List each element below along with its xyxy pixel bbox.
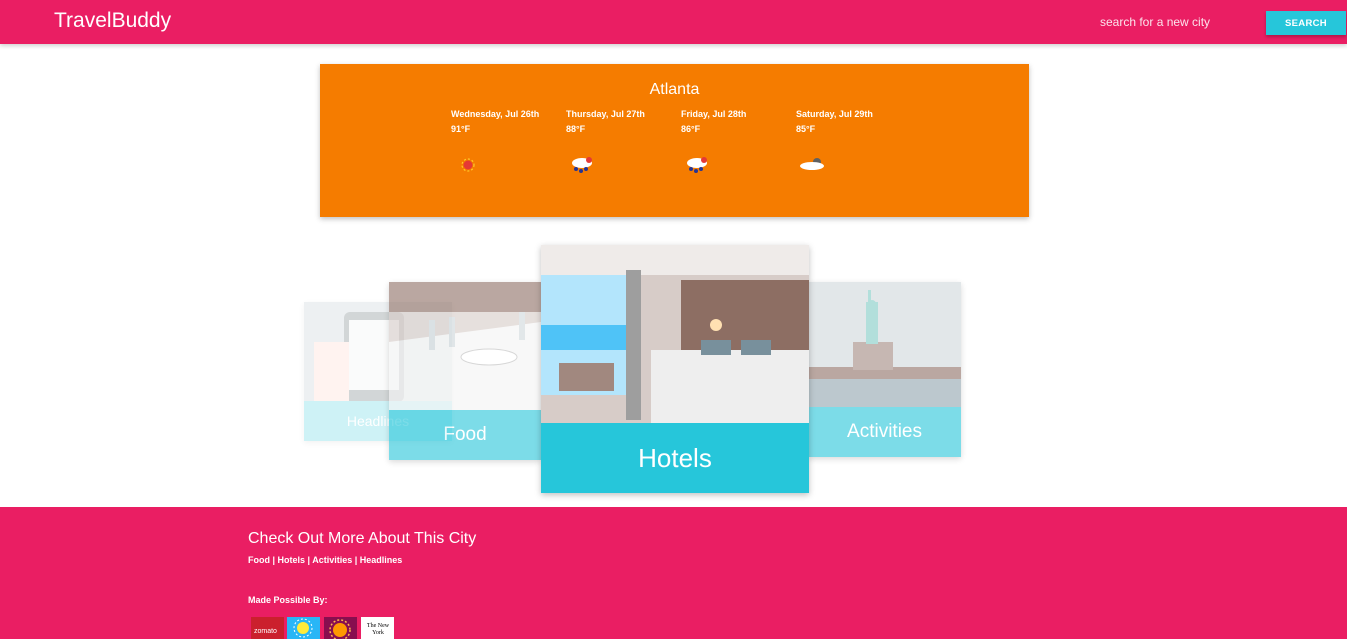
card-label: Hotels bbox=[541, 423, 809, 493]
carousel-card-food[interactable]: Food bbox=[389, 282, 541, 460]
hotel-room-photo bbox=[541, 245, 809, 423]
forecast-day: Friday, Jul 28th 86°F bbox=[681, 108, 796, 173]
nytimes-logo-text: The New York bbox=[366, 623, 390, 636]
carousel-card-activities[interactable]: Activities bbox=[808, 282, 961, 457]
forecast-day: Thursday, Jul 27th 88°F bbox=[566, 108, 681, 173]
brand-logo[interactable]: TravelBuddy bbox=[54, 9, 171, 33]
forecast-temp: 91°F bbox=[451, 124, 471, 134]
forecast-day: Saturday, Jul 29th 85°F bbox=[796, 108, 911, 170]
search-button[interactable]: SEARCH bbox=[1266, 11, 1346, 35]
city-name: Atlanta bbox=[649, 81, 700, 98]
footer-link-activities[interactable]: Activities bbox=[312, 555, 352, 565]
sun-icon bbox=[461, 158, 475, 172]
sun-api-logo[interactable] bbox=[324, 617, 357, 639]
weather-sun-icon bbox=[293, 618, 313, 638]
sun-icon bbox=[329, 619, 351, 639]
forecast-date: Saturday, Jul 29th bbox=[796, 109, 873, 119]
footer-link-headlines[interactable]: Headlines bbox=[360, 555, 403, 565]
nytimes-logo[interactable]: The New York bbox=[361, 617, 394, 639]
link-separator: | bbox=[270, 555, 278, 565]
forecast-date: Wednesday, Jul 26th bbox=[451, 109, 540, 119]
footer-link-hotels[interactable]: Hotels bbox=[278, 555, 306, 565]
link-separator: | bbox=[352, 555, 360, 565]
forecast-day: Wednesday, Jul 26th 91°F bbox=[451, 108, 566, 172]
rain-storm-icon bbox=[572, 157, 592, 173]
rain-storm-icon bbox=[687, 157, 707, 173]
forecast-temp: 88°F bbox=[566, 124, 586, 134]
forecast-date: Thursday, Jul 27th bbox=[566, 109, 645, 119]
footer-links: Food | Hotels | Activities | Headlines bbox=[248, 555, 402, 565]
zomato-logo[interactable]: zomato bbox=[251, 617, 284, 639]
made-possible-label: Made Possible By: bbox=[248, 595, 328, 605]
navbar: TravelBuddy SEARCH bbox=[0, 0, 1347, 44]
restaurant-table-photo bbox=[389, 282, 541, 410]
partly-cloudy-icon bbox=[800, 158, 824, 170]
forecast-date: Friday, Jul 28th bbox=[681, 109, 747, 119]
footer-title: Check Out More About This City bbox=[248, 530, 477, 547]
zomato-logo-text: zomato bbox=[254, 628, 277, 635]
forecast-temp: 86°F bbox=[681, 124, 701, 134]
carousel-card-hotels[interactable]: Hotels bbox=[541, 245, 809, 493]
weather-api-logo[interactable] bbox=[287, 617, 320, 639]
city-search-input[interactable] bbox=[1100, 10, 1260, 34]
card-label: Food bbox=[389, 410, 541, 460]
footer: Check Out More About This City Food | Ho… bbox=[0, 507, 1347, 639]
statue-of-liberty-photo bbox=[808, 282, 961, 407]
forecast-temp: 85°F bbox=[796, 124, 816, 134]
card-label: Activities bbox=[808, 407, 961, 457]
footer-link-food[interactable]: Food bbox=[248, 555, 270, 565]
weather-card: Atlanta Wednesday, Jul 26th 91°F Thursda… bbox=[320, 64, 1029, 217]
